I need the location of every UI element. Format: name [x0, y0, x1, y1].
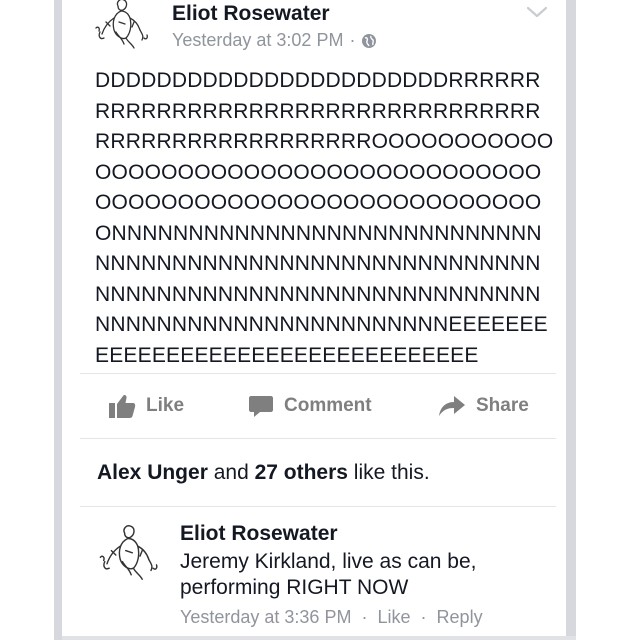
- meta-separator: ·: [349, 30, 356, 50]
- comment-timestamp[interactable]: Yesterday at 3:36 PM: [180, 607, 351, 627]
- bottom-border: [62, 636, 576, 640]
- likes-suffix: like this.: [347, 461, 430, 484]
- post-meta: Yesterday at 3:02 PM ·: [172, 30, 377, 51]
- post-author-name[interactable]: Eliot Rosewater: [172, 2, 330, 26]
- post-card: Eliot Rosewater Yesterday at 3:02 PM · D…: [70, 0, 566, 640]
- post-timestamp[interactable]: Yesterday at 3:02 PM: [172, 30, 343, 51]
- comment-text: Jeremy Kirkland, live as can be, perform…: [180, 550, 477, 599]
- comment-like-link[interactable]: Like: [377, 607, 410, 627]
- commenter-avatar[interactable]: [96, 522, 162, 588]
- share-arrow-icon: [439, 396, 465, 416]
- chevron-down-icon[interactable]: [526, 4, 548, 20]
- likes-and: and: [207, 461, 255, 484]
- comment-button[interactable]: Comment: [248, 390, 372, 422]
- sketch-figure-icon: [96, 522, 162, 588]
- speech-bubble-icon: [249, 396, 273, 417]
- post-body-text: DDDDDDDDDDDDDDDDDDDDDDDRRRRRRRRRRRRRRRRR…: [95, 69, 554, 367]
- likes-summary[interactable]: Alex Unger and 27 others like this.: [97, 461, 430, 485]
- comment-meta: Yesterday at 3:36 PM · Like · Reply: [180, 607, 483, 628]
- divider: [80, 373, 556, 374]
- divider: [80, 438, 556, 439]
- share-button[interactable]: Share: [438, 390, 529, 422]
- left-gutter: [0, 0, 62, 640]
- globe-icon[interactable]: [361, 33, 377, 49]
- like-label: Like: [146, 395, 185, 416]
- share-label: Share: [476, 395, 529, 416]
- author-avatar[interactable]: [92, 0, 152, 52]
- comment-label: Comment: [284, 395, 372, 416]
- likes-count[interactable]: 27 others: [255, 461, 348, 484]
- comment-reply-link[interactable]: Reply: [437, 607, 483, 627]
- right-gutter: [566, 0, 640, 640]
- divider: [80, 506, 556, 507]
- meta-separator: ·: [420, 607, 427, 627]
- comment-author-name[interactable]: Eliot Rosewater: [180, 522, 338, 546]
- liker-name[interactable]: Alex Unger: [97, 461, 208, 484]
- thumbs-up-icon: [109, 394, 136, 418]
- meta-separator: ·: [361, 607, 368, 627]
- like-button[interactable]: Like: [108, 390, 184, 422]
- sketch-figure-icon: [92, 0, 152, 52]
